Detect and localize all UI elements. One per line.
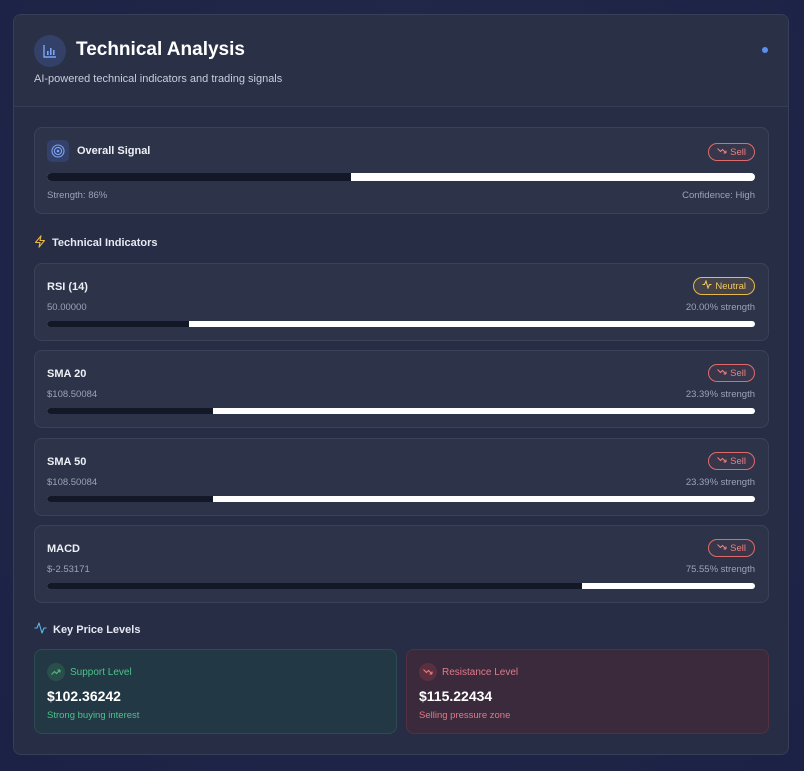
indicator-signal-label: Sell bbox=[730, 455, 746, 467]
indicator-strength-bar-fill bbox=[47, 583, 582, 589]
trending-down-icon bbox=[419, 663, 437, 681]
page-title: Technical Analysis bbox=[76, 39, 245, 60]
indicator-strength-bar bbox=[47, 321, 755, 327]
support-level-label: Support Level bbox=[70, 667, 132, 678]
indicator-name: SMA 20 bbox=[47, 368, 87, 380]
indicator-panel: SMA 50 Sell $108.50084 23.39% strength bbox=[34, 438, 769, 516]
overall-signal-badge-label: Sell bbox=[730, 146, 746, 158]
indicator-signal-badge: Neutral bbox=[693, 277, 755, 295]
indicator-panel: MACD Sell $-2.53171 75.55% strength bbox=[34, 525, 769, 603]
card-header: Technical Analysis AI-powered technical … bbox=[14, 15, 788, 107]
trending-down-icon bbox=[717, 456, 727, 467]
levels-section-label: Key Price Levels bbox=[53, 623, 141, 636]
indicator-panel: SMA 20 Sell $108.50084 23.39% strength bbox=[34, 350, 769, 428]
bar-chart-icon bbox=[34, 35, 66, 67]
indicator-signal-label: Neutral bbox=[715, 280, 746, 292]
indicator-strength: 75.55% strength bbox=[685, 564, 755, 575]
trending-down-icon bbox=[717, 147, 727, 158]
indicator-strength-bar-fill bbox=[47, 408, 213, 414]
support-level-card: Support Level $102.36242 Strong buying i… bbox=[34, 649, 397, 734]
page-subtitle: AI-powered technical indicators and trad… bbox=[34, 73, 283, 85]
overall-strength-bar-fill bbox=[47, 173, 352, 181]
resistance-level-card: Resistance Level $115.22434 Selling pres… bbox=[406, 649, 769, 734]
indicator-strength: 23.39% strength bbox=[685, 389, 755, 400]
target-icon bbox=[47, 140, 69, 162]
indicator-value: $108.50084 bbox=[47, 389, 98, 400]
trending-down-icon bbox=[717, 543, 727, 554]
indicator-name: MACD bbox=[47, 543, 80, 555]
indicator-signal-label: Sell bbox=[730, 542, 746, 554]
indicator-value: $108.50084 bbox=[47, 477, 98, 488]
indicator-strength-bar bbox=[47, 583, 755, 589]
indicator-strength-bar bbox=[47, 496, 755, 502]
indicator-panel: RSI (14) Neutral 50.00000 20.00% strength bbox=[34, 263, 769, 341]
indicator-strength-bar-fill bbox=[47, 321, 189, 327]
overall-signal-badge: Sell bbox=[708, 143, 755, 161]
indicator-strength: 23.39% strength bbox=[685, 477, 755, 488]
indicators-section-label: Technical Indicators bbox=[52, 237, 158, 249]
resistance-level-label: Resistance Level bbox=[442, 667, 519, 678]
indicator-signal-label: Sell bbox=[730, 367, 746, 379]
status-dot bbox=[762, 47, 768, 53]
indicator-strength-bar-fill bbox=[47, 496, 213, 502]
indicator-value: $-2.53171 bbox=[47, 564, 90, 575]
lightning-icon bbox=[34, 235, 46, 251]
trending-up-icon bbox=[47, 663, 65, 681]
levels-section-title: Key Price Levels bbox=[34, 622, 140, 637]
indicator-signal-badge: Sell bbox=[708, 452, 755, 470]
overall-confidence-label: Confidence: High bbox=[682, 190, 755, 201]
indicators-section-title: Technical Indicators bbox=[34, 235, 158, 251]
pulse-icon bbox=[702, 279, 712, 292]
trending-down-icon bbox=[717, 368, 727, 379]
overall-signal-panel: Overall Signal Sell Strength: 86% Confid… bbox=[34, 127, 769, 214]
support-level-value: $102.36242 bbox=[47, 688, 121, 704]
technical-analysis-card: Technical Analysis AI-powered technical … bbox=[13, 14, 789, 755]
overall-strength-label: Strength: 86% bbox=[47, 190, 108, 201]
resistance-level-description: Selling pressure zone bbox=[419, 710, 511, 721]
indicator-strength: 20.00% strength bbox=[685, 302, 755, 313]
overall-signal-title: Overall Signal bbox=[77, 145, 151, 157]
support-level-description: Strong buying interest bbox=[47, 710, 140, 721]
indicator-signal-badge: Sell bbox=[708, 539, 755, 557]
indicator-value: 50.00000 bbox=[47, 302, 87, 313]
indicator-signal-badge: Sell bbox=[708, 364, 755, 382]
pulse-icon bbox=[34, 622, 47, 637]
indicator-name: RSI (14) bbox=[47, 281, 88, 293]
resistance-level-value: $115.22434 bbox=[419, 688, 493, 704]
indicator-name: SMA 50 bbox=[47, 456, 87, 468]
overall-strength-bar bbox=[47, 173, 755, 181]
indicator-strength-bar bbox=[47, 408, 755, 414]
